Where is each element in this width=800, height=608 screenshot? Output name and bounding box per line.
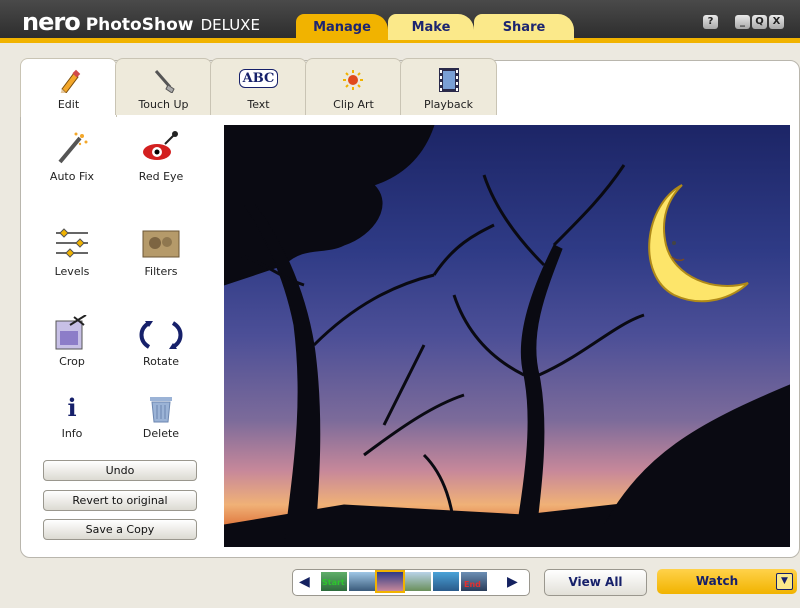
save-copy-button[interactable]: Save a Copy — [43, 519, 197, 540]
watch-label: Watch — [695, 574, 739, 588]
logo-edition: DELUXE — [200, 16, 260, 34]
tool-label: Delete — [142, 427, 180, 440]
help-button[interactable]: ? — [703, 15, 718, 29]
crop-tool[interactable]: Crop — [40, 314, 104, 368]
delete-tool[interactable]: Delete — [129, 393, 193, 440]
minimize-button[interactable]: _ — [735, 15, 750, 29]
brush-icon — [116, 67, 211, 94]
tooltab-label: Playback — [423, 98, 474, 111]
red-eye-icon — [129, 130, 193, 166]
levels-tool[interactable]: Levels — [40, 225, 104, 278]
thumbnail-end[interactable]: End — [461, 572, 487, 591]
thumbnail[interactable] — [433, 572, 459, 591]
filmstrip-navigator: ◀ Start End ▶ — [292, 569, 530, 596]
tab-make[interactable]: Make — [388, 14, 474, 40]
magic-wand-icon — [40, 130, 104, 166]
view-all-button[interactable]: View All — [544, 569, 647, 596]
thumbnail[interactable] — [405, 572, 431, 591]
crop-icon — [40, 314, 104, 351]
tool-label: Levels — [54, 265, 90, 278]
undo-button[interactable]: Undo — [43, 460, 197, 481]
photo-canvas[interactable] — [224, 125, 790, 547]
levels-sliders-icon — [40, 225, 104, 261]
filters-tool[interactable]: Filters — [129, 225, 193, 278]
pencil-icon — [21, 67, 116, 95]
filmstrip-icon — [401, 67, 496, 93]
filters-icon — [129, 225, 193, 261]
rotate-tool[interactable]: Rotate — [129, 315, 193, 368]
prev-arrow-icon[interactable]: ◀ — [299, 574, 310, 590]
close-button[interactable]: X — [769, 15, 784, 29]
tooltab-label: Clip Art — [333, 98, 374, 111]
trash-icon — [129, 393, 193, 423]
logo-brand: nero — [22, 8, 81, 36]
tooltab-playback[interactable]: Playback — [400, 58, 497, 115]
tree-silhouette-photo — [224, 125, 790, 547]
tool-label: Red Eye — [138, 170, 184, 183]
red-eye-tool[interactable]: Red Eye — [129, 130, 193, 183]
rotate-icon — [129, 315, 193, 351]
thumbnail-start[interactable]: Start — [321, 572, 347, 591]
zoom-button[interactable]: Q — [752, 15, 767, 29]
tooltab-touch-up[interactable]: Touch Up — [115, 58, 212, 115]
next-arrow-icon[interactable]: ▶ — [507, 574, 518, 590]
tab-share[interactable]: Share — [474, 14, 574, 40]
tab-manage[interactable]: Manage — [296, 14, 388, 40]
chevron-down-icon[interactable]: ▼ — [776, 573, 793, 590]
title-bar: nero PhotoShow DELUXE Manage Make Share ?… — [0, 0, 800, 43]
auto-fix-tool[interactable]: Auto Fix — [40, 130, 104, 183]
thumbnail[interactable] — [349, 572, 375, 591]
tooltab-label: Touch Up — [138, 98, 189, 111]
sun-clipart-icon — [306, 67, 401, 93]
abc-text-icon: ABC — [211, 67, 306, 93]
tool-label: Rotate — [142, 355, 179, 368]
tooltab-label: Edit — [57, 98, 80, 111]
watch-button[interactable]: Watch ▼ — [657, 569, 797, 594]
thumbnail-selected[interactable] — [375, 570, 405, 593]
app-logo: nero PhotoShow DELUXE — [22, 8, 260, 36]
tool-label: Info — [61, 427, 83, 440]
tooltab-text[interactable]: ABC Text — [210, 58, 307, 115]
tooltab-label: Text — [247, 98, 270, 111]
tooltab-clip-art[interactable]: Clip Art — [305, 58, 402, 115]
info-icon: i — [67, 393, 77, 422]
logo-product: PhotoShow — [85, 15, 194, 35]
info-tool[interactable]: i Info — [40, 393, 104, 440]
app-window: nero PhotoShow DELUXE Manage Make Share ?… — [0, 0, 800, 608]
tool-label: Crop — [59, 355, 85, 368]
tool-label: Auto Fix — [49, 170, 95, 183]
revert-button[interactable]: Revert to original — [43, 490, 197, 511]
tooltab-edit[interactable]: Edit — [20, 58, 117, 117]
tool-label: Filters — [144, 265, 178, 278]
